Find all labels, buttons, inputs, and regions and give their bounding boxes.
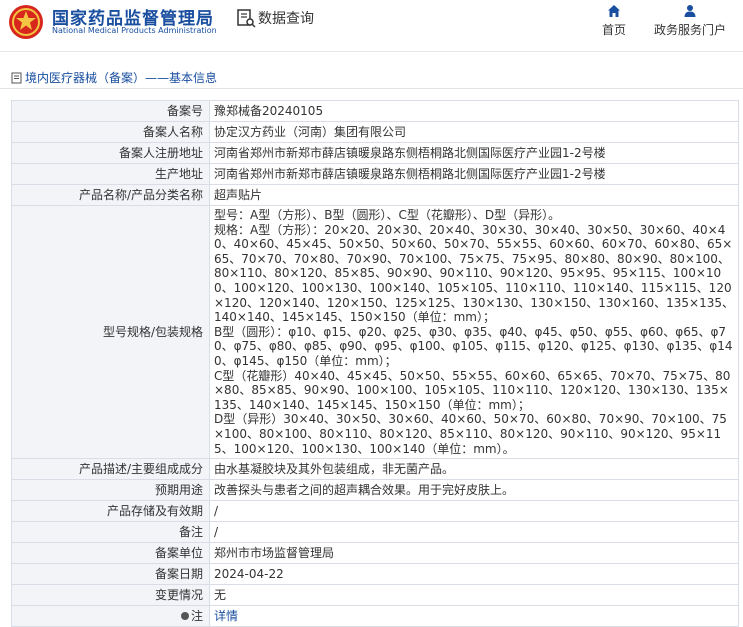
national-emblem-icon (9, 5, 43, 39)
record-detail: 备案号 豫郑械备20240105 备案人名称 协定汉方药业（河南）集团有限公司 … (11, 100, 739, 627)
pin-icon (180, 612, 189, 621)
row-value: / (209, 500, 739, 523)
row-label: 变更情况 (11, 584, 210, 607)
table-row: 备案日期 2024-04-22 (11, 563, 739, 586)
data-query-icon (237, 9, 256, 28)
table-row: 备案人名称 协定汉方药业（河南）集团有限公司 (11, 121, 739, 143)
home-icon (608, 5, 620, 17)
row-label: 产品描述/主要组成成分 (11, 458, 210, 481)
row-label: 备案日期 (11, 563, 210, 586)
row-label: 生产地址 (11, 163, 210, 185)
row-label: 预期用途 (11, 479, 210, 502)
brand-title-en: National Medical Products Administration (52, 26, 217, 35)
row-value: 无 (209, 584, 739, 607)
section-title: 数据查询 (236, 8, 314, 28)
row-label: 型号规格/包装规格 (11, 204, 210, 460)
row-label: 产品名称/产品分类名称 (11, 184, 210, 206)
nav-home-label: 首页 (601, 23, 626, 37)
row-value: 郑州市市场监督管理局 (209, 542, 739, 565)
note-label: 注 (11, 605, 210, 627)
spec-line: 型号：A型（方形）、B型（圆形）、C型（花瓣形）、D型（异形）。 (214, 208, 561, 222)
table-row-note: 注 详情 (11, 605, 739, 627)
row-value: 河南省郑州市新郑市薛店镇暖泉路东侧梧桐路北侧国际医疗产业园1-2号楼 (209, 163, 739, 185)
table-row: 变更情况 无 (11, 584, 739, 607)
person-icon (684, 5, 696, 17)
nav-home[interactable]: 首页 (598, 4, 630, 38)
row-label: 备案人名称 (11, 121, 210, 143)
row-value: 豫郑械备20240105 (209, 100, 739, 122)
table-row: 产品存储及有效期 / (11, 500, 739, 523)
nav-service-label: 政务服务门户 (653, 23, 726, 37)
spec-line: D型（异形）30×40、30×50、30×60、40×60、50×70、60×8… (214, 412, 727, 456)
details-link[interactable]: 详情 (214, 609, 238, 623)
row-value: 河南省郑州市新郑市薛店镇暖泉路东侧梧桐路北侧国际医疗产业园1-2号楼 (209, 142, 739, 164)
document-icon (11, 72, 22, 83)
site-header: 国家药品监督管理局 National Medical Products Admi… (0, 0, 743, 52)
row-label: 备案单位 (11, 542, 210, 565)
breadcrumb-text: 境内医疗器械（备案）——基本信息 (25, 71, 218, 85)
nav-service-portal[interactable]: 政务服务门户 (650, 4, 730, 38)
section-title-text: 数据查询 (258, 11, 314, 27)
row-value: 改善探头与患者之间的超声耦合效果。用于完好皮肤上。 (209, 479, 739, 502)
spec-value: 型号：A型（方形）、B型（圆形）、C型（花瓣形）、D型（异形）。 规格：A型（方… (209, 204, 739, 460)
table-row: 备注 / (11, 521, 739, 544)
row-label: 产品存储及有效期 (11, 500, 210, 523)
record-table: 备案号 豫郑械备20240105 备案人名称 协定汉方药业（河南）集团有限公司 … (11, 100, 739, 627)
spec-line: C型（花瓣形）40×40、45×45、50×50、55×55、60×60、65×… (214, 368, 731, 412)
row-value: / (209, 521, 739, 544)
row-label: 备案人注册地址 (11, 142, 210, 164)
spec-line: B型（圆形）：φ10、φ15、φ20、φ25、φ30、φ35、φ40、φ45、φ… (214, 324, 733, 368)
table-row: 备案单位 郑州市市场监督管理局 (11, 542, 739, 565)
note-label-text: 注 (190, 608, 203, 623)
note-value: 详情 (209, 605, 739, 627)
table-row: 预期用途 改善探头与患者之间的超声耦合效果。用于完好皮肤上。 (11, 479, 739, 502)
table-row: 生产地址 河南省郑州市新郑市薛店镇暖泉路东侧梧桐路北侧国际医疗产业园1-2号楼 (11, 163, 739, 185)
breadcrumb: 境内医疗器械（备案）——基本信息 (0, 67, 743, 89)
spec-line: 规格：A型（方形）：20×20、20×30、20×40、30×30、30×40、… (214, 222, 735, 325)
row-value: 由水基凝胶块及其外包装组成，非无菌产品。 (209, 458, 739, 481)
row-label: 备注 (11, 521, 210, 544)
table-row: 产品描述/主要组成成分 由水基凝胶块及其外包装组成，非无菌产品。 (11, 458, 739, 481)
row-value: 2024-04-22 (209, 563, 739, 586)
row-label: 备案号 (11, 100, 210, 122)
row-value: 协定汉方药业（河南）集团有限公司 (209, 121, 739, 143)
table-row-spec: 型号规格/包装规格 型号：A型（方形）、B型（圆形）、C型（花瓣形）、D型（异形… (11, 204, 739, 460)
table-row: 备案人注册地址 河南省郑州市新郑市薛店镇暖泉路东侧梧桐路北侧国际医疗产业园1-2… (11, 142, 739, 164)
row-value: 超声贴片 (209, 184, 739, 206)
table-row: 产品名称/产品分类名称 超声贴片 (11, 184, 739, 206)
table-row: 备案号 豫郑械备20240105 (11, 100, 739, 122)
